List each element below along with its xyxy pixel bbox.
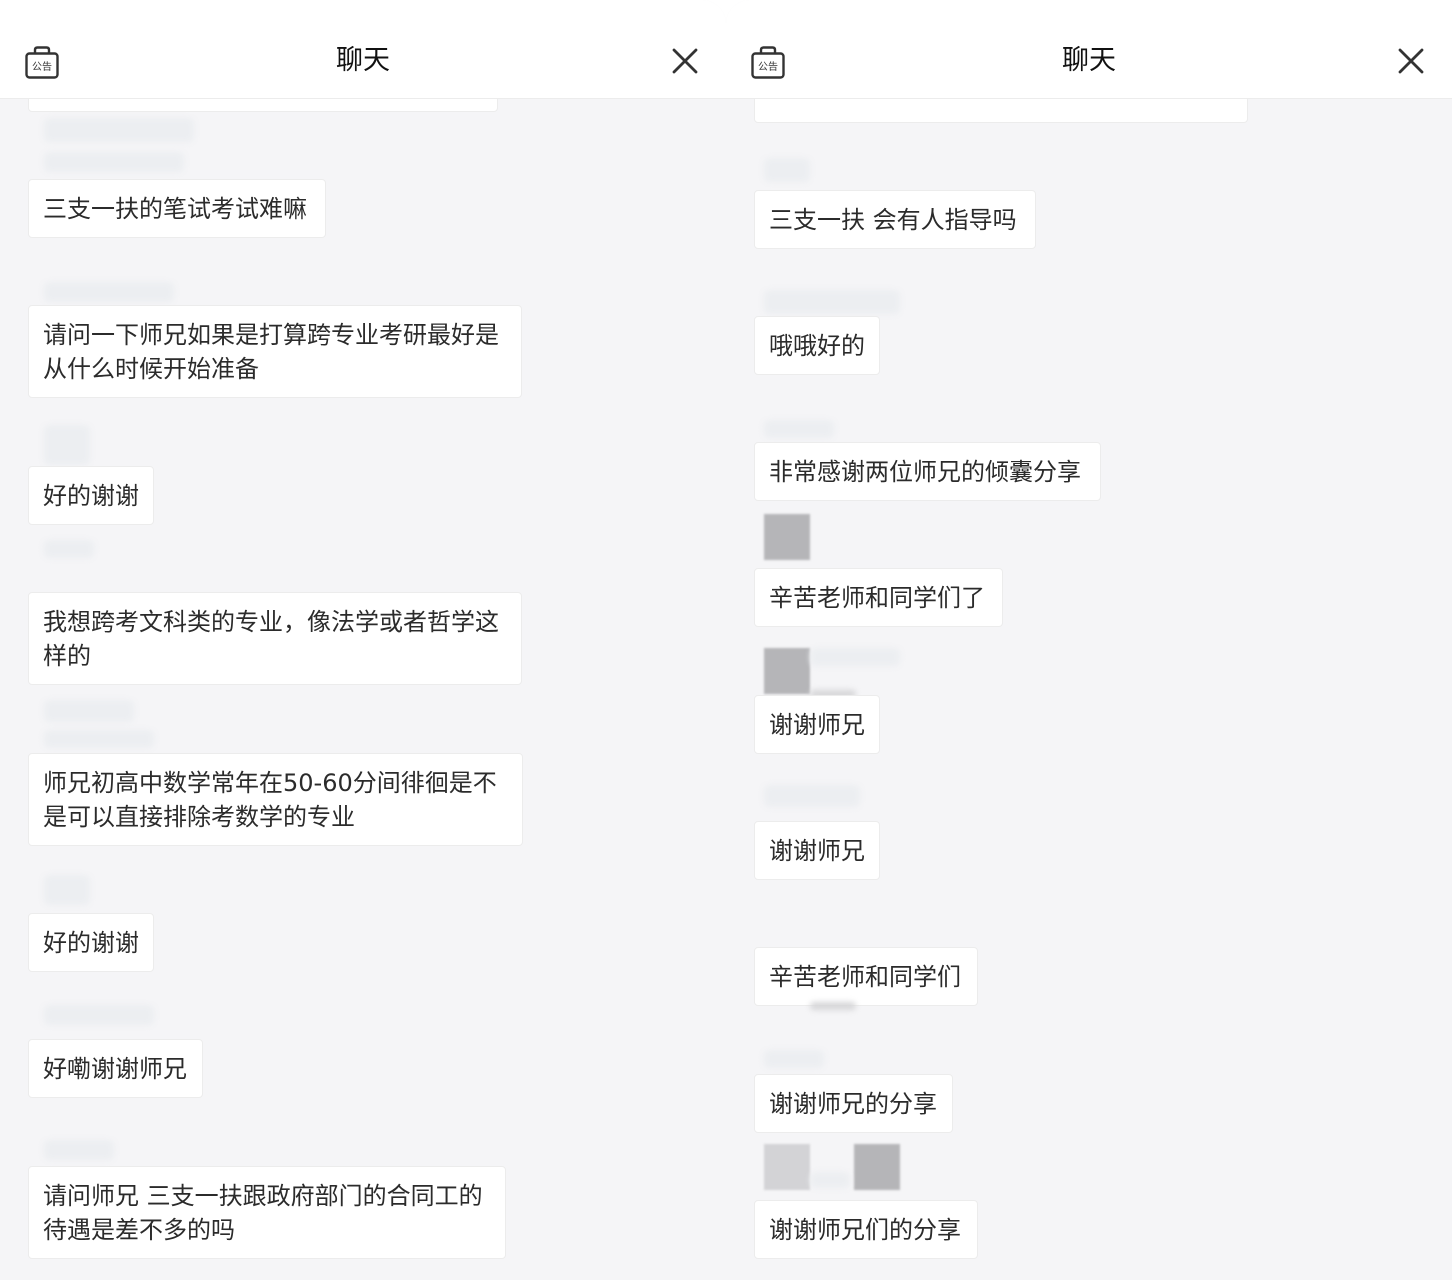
message-bubble: 师兄初高中数学常年在50-60分间徘徊是不是可以直接排除考数学的专业 [28,753,523,846]
message-bubble: 谢谢师兄 [754,821,880,880]
page-title: 聊天 [336,45,390,76]
sender-name-blurred [810,1172,850,1188]
sender-name-blurred [44,152,184,172]
message-bubble: 谢谢师兄 [754,695,880,754]
sender-name-blurred [44,118,194,142]
message-bubble: 请问一下师兄如果是打算跨专业考研最好是从什么时候开始准备 [28,305,522,398]
message-bubble: 谢谢师兄们的分享 [754,1200,978,1259]
message-bubble: 好嘞谢谢师兄 [28,1039,203,1098]
message-bubble: 谢谢师兄的分享 [754,1074,953,1133]
chat-panel-right: 公告 聊天 三支一扶 会有人指导吗 哦哦好的 非常感谢两位师兄的倾囊分享 辛苦老… [726,0,1452,1280]
message-bubble: 三支一扶的笔试考试难嘛 [28,179,326,238]
message-bubble: 三支一扶 会有人指导吗 [754,190,1036,249]
sender-name-blurred [764,785,860,807]
sender-name-blurred [44,425,90,465]
sender-name-blurred [44,540,94,558]
sender-name-blurred [44,1005,154,1025]
message-bubble: 辛苦老师和同学们 [754,947,978,1006]
sender-name-blurred [764,290,900,314]
close-icon[interactable] [1394,44,1428,78]
avatar[interactable] [854,1144,900,1190]
sender-name-blurred [44,282,174,302]
chat-header: 公告 聊天 [726,0,1452,99]
avatar[interactable] [764,648,810,694]
sender-name-blurred [44,1140,114,1160]
sender-name-blurred [764,158,810,182]
sender-name-blurred [810,648,900,666]
message-bubble: 非常感谢两位师兄的倾囊分享 [754,442,1101,501]
message-bubble: 好的谢谢 [28,466,154,525]
message-bubble: 好的谢谢 [28,913,154,972]
page-title: 聊天 [1062,45,1116,76]
sender-name-blurred [810,1002,856,1010]
avatar[interactable] [764,514,810,560]
message-bubble: 哦哦好的 [754,316,880,375]
sender-name-blurred [44,875,90,905]
sender-name-blurred [44,700,134,722]
sender-name-blurred [764,1050,824,1068]
sender-name-blurred [764,420,834,438]
sender-name-blurred [44,730,154,748]
message-bubble: 我想跨考文科类的专业，像法学或者哲学这样的 [28,592,522,685]
screen: 公告 聊天 三支一扶的笔试考试难嘛 请问一下师兄如果是打算跨专业考研最好是从什么… [0,0,1452,1280]
avatar[interactable] [764,1144,810,1190]
chat-panel-left: 公告 聊天 三支一扶的笔试考试难嘛 请问一下师兄如果是打算跨专业考研最好是从什么… [0,0,726,1280]
message-bubble: 请问师兄 三支一扶跟政府部门的合同工的待遇是差不多的吗 [28,1166,506,1259]
close-icon[interactable] [668,44,702,78]
chat-header: 公告 聊天 [0,0,726,99]
message-bubble: 辛苦老师和同学们了 [754,568,1003,627]
